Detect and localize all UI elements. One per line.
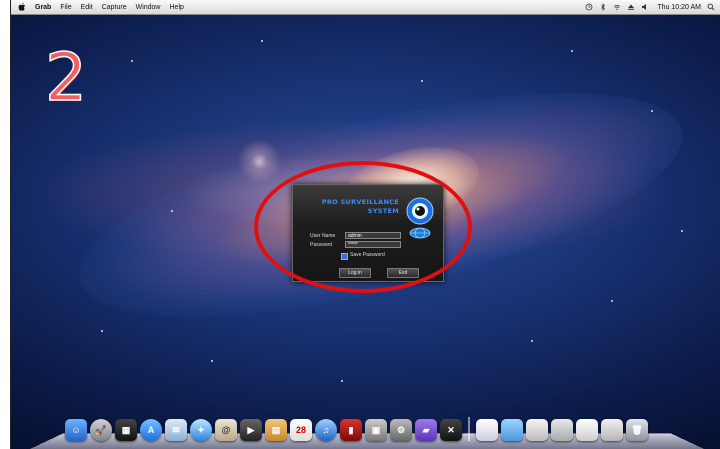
window-icon[interactable]	[576, 419, 598, 441]
star	[131, 60, 133, 62]
menu-window[interactable]: Window	[136, 4, 161, 11]
star	[101, 330, 103, 332]
window-icon[interactable]	[601, 419, 623, 441]
launchpad-icon[interactable]: 🚀	[90, 419, 112, 441]
folder-icon[interactable]	[501, 419, 523, 441]
apple-menu-icon[interactable]	[17, 2, 27, 12]
system-preferences-icon[interactable]: ⚙	[390, 419, 412, 441]
star	[421, 80, 423, 82]
menu-file[interactable]: File	[60, 4, 71, 11]
menu-app-name[interactable]: Grab	[35, 4, 51, 11]
star	[341, 380, 343, 382]
desktop: Grab File Edit Capture Window Help Thu 1…	[10, 0, 720, 449]
star	[261, 40, 263, 42]
finder-icon[interactable]: ☺	[65, 419, 87, 441]
star	[531, 340, 533, 342]
mail-icon[interactable]: ✉	[165, 419, 187, 441]
window-icon[interactable]	[526, 419, 548, 441]
itunes-icon[interactable]: ♫	[315, 419, 337, 441]
address-book-icon[interactable]: ▤	[265, 419, 287, 441]
mission-control-icon[interactable]: ▦	[115, 419, 137, 441]
preview-icon[interactable]: ▣	[365, 419, 387, 441]
photo-booth-icon[interactable]: ▮	[340, 419, 362, 441]
ical-icon[interactable]: 28	[290, 419, 312, 441]
star	[611, 300, 613, 302]
bluetooth-icon[interactable]	[599, 3, 607, 11]
dock: ☺ 🚀 ▦ A ✉ ✦ @ ▶ ▤ 28 ♫ ▮ ▣ ⚙ ▰ ✕ 🗑	[65, 411, 685, 441]
folder-icon[interactable]: ▰	[415, 419, 437, 441]
star	[211, 360, 213, 362]
menu-clock[interactable]: Thu 10:20 AM	[657, 4, 701, 11]
star	[571, 50, 573, 52]
x11-icon[interactable]: ✕	[440, 419, 462, 441]
time-machine-icon[interactable]	[585, 3, 593, 11]
star	[171, 210, 173, 212]
star	[681, 230, 683, 232]
window-icon[interactable]	[551, 419, 573, 441]
trash-icon[interactable]: 🗑	[626, 419, 648, 441]
dock-separator	[468, 417, 470, 441]
menu-capture[interactable]: Capture	[102, 4, 127, 11]
volume-icon[interactable]	[641, 3, 649, 11]
step-number-annotation: 2	[44, 39, 88, 116]
contacts-icon[interactable]: @	[215, 419, 237, 441]
star	[651, 110, 653, 112]
app-store-icon[interactable]: A	[140, 419, 162, 441]
calendar-day: 28	[295, 425, 306, 435]
spotlight-search-icon[interactable]	[707, 3, 715, 11]
status-menus: Thu 10:20 AM	[579, 3, 715, 11]
wifi-icon[interactable]	[613, 3, 621, 11]
menu-bar: Grab File Edit Capture Window Help Thu 1…	[11, 0, 720, 15]
menu-help[interactable]: Help	[170, 4, 184, 11]
facetime-icon[interactable]: ▶	[240, 419, 262, 441]
menu-edit[interactable]: Edit	[81, 4, 93, 11]
safari-icon[interactable]: ✦	[190, 419, 212, 441]
eject-icon[interactable]	[627, 3, 635, 11]
document-icon[interactable]	[476, 419, 498, 441]
annotation-ellipse	[254, 161, 472, 293]
